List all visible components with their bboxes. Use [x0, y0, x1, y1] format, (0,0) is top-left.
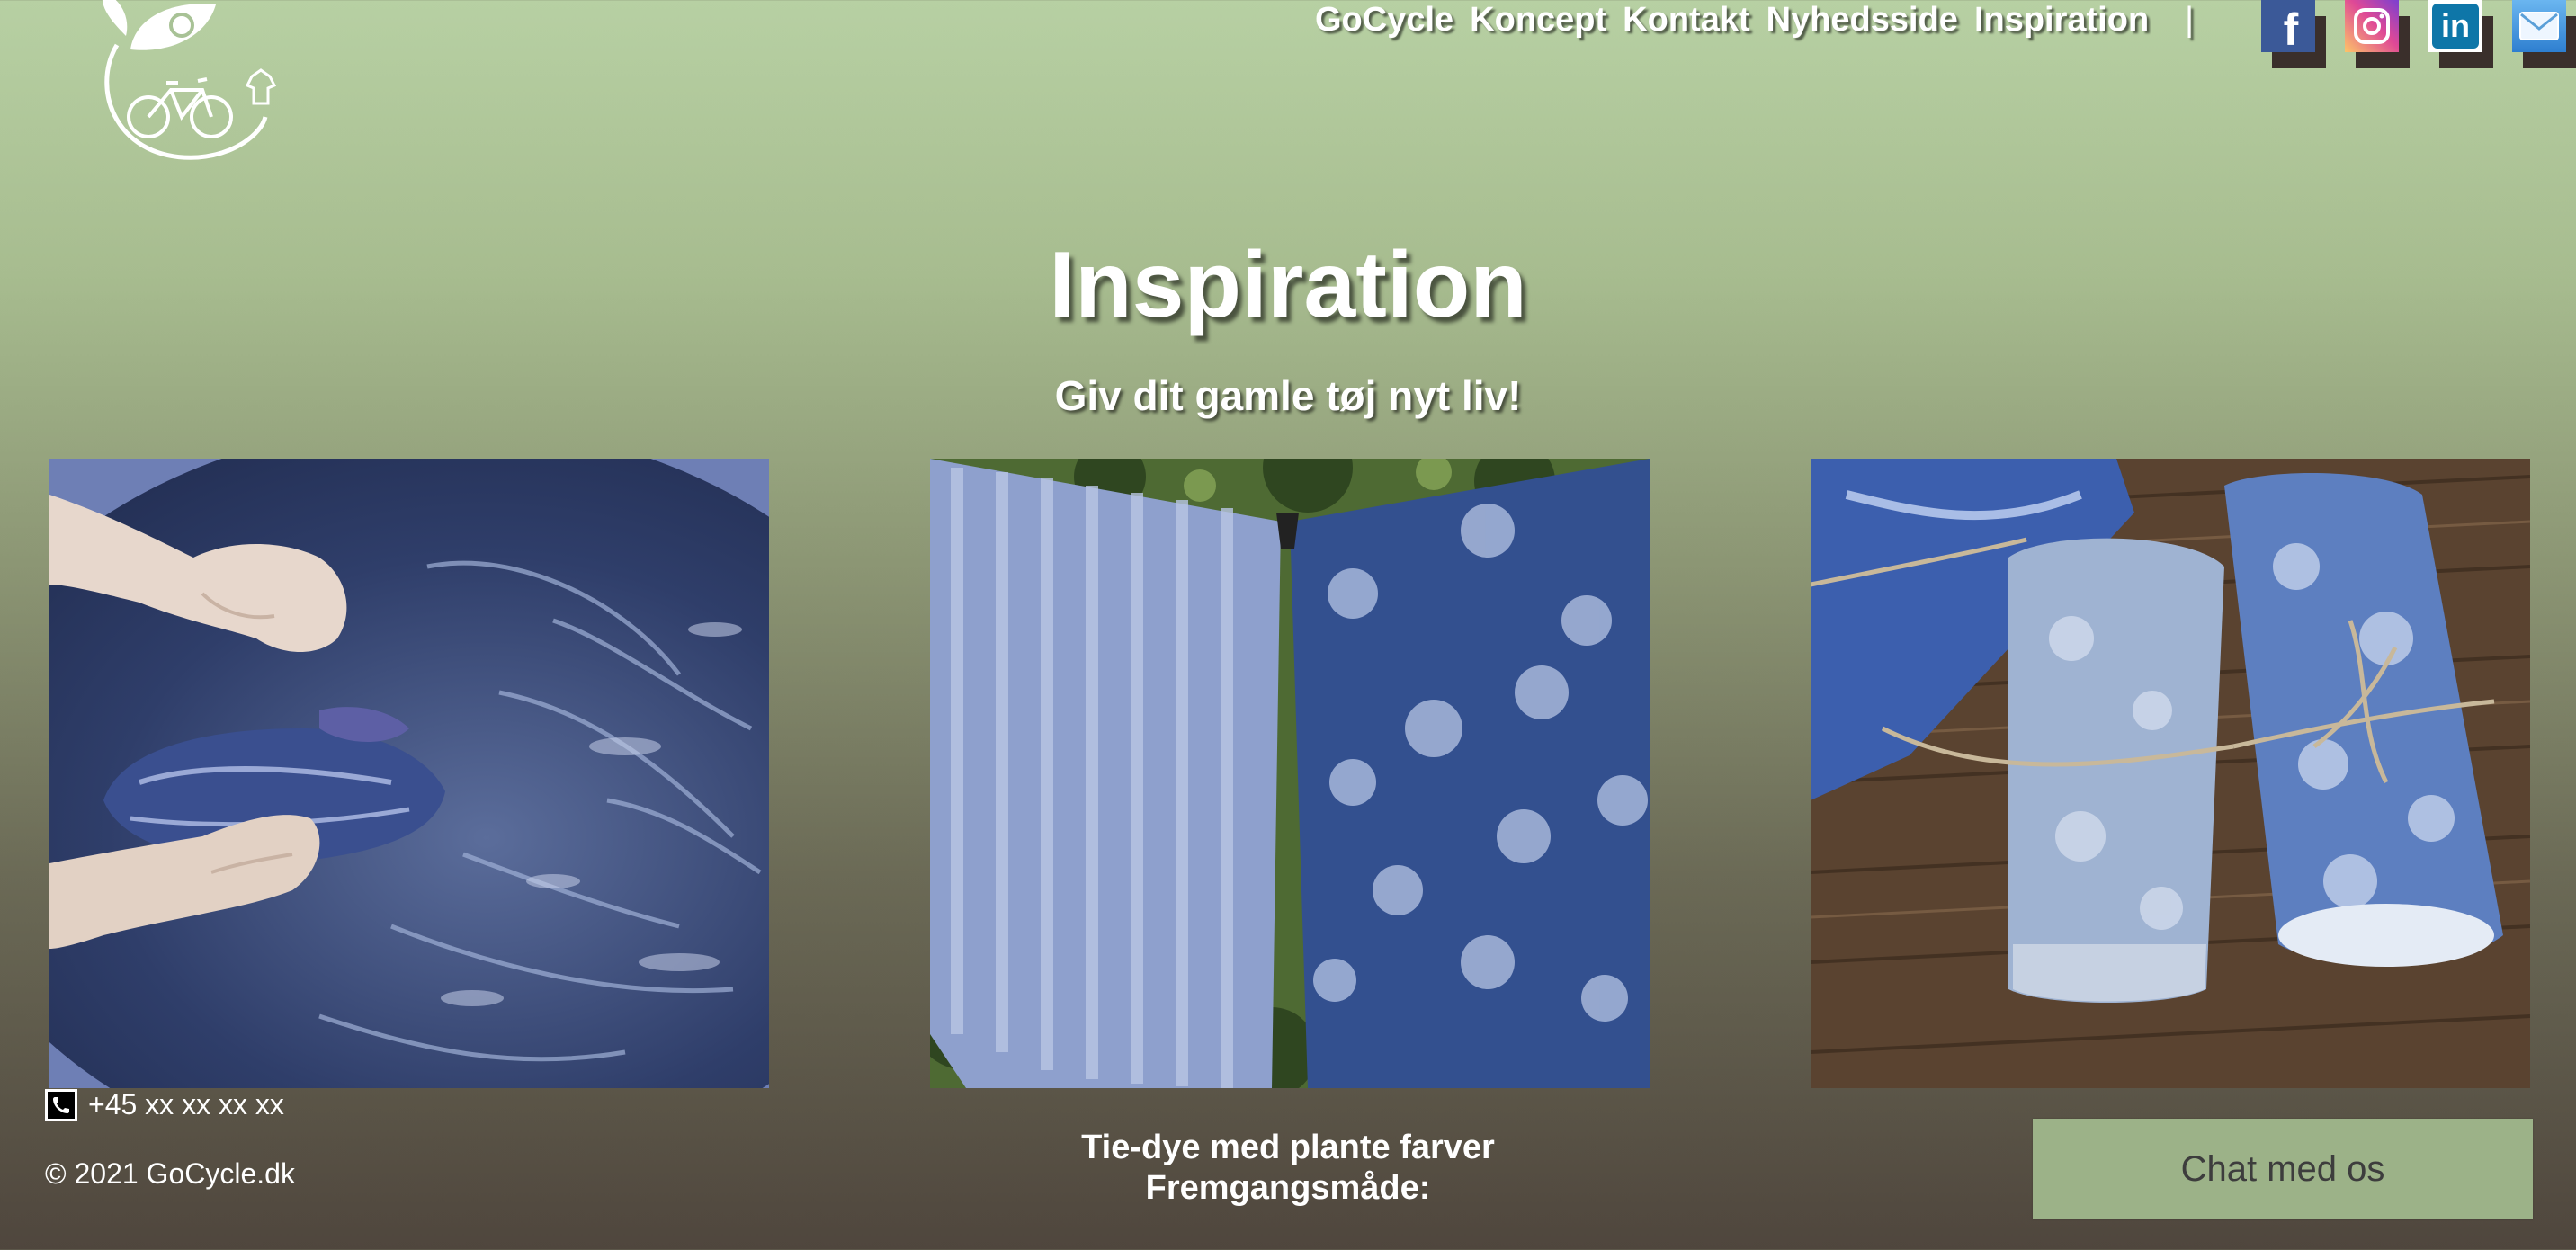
dyeing-hands-photo[interactable] — [49, 459, 769, 1088]
gocycle-logo-icon[interactable] — [81, 0, 288, 166]
nav-inspiration[interactable]: Inspiration — [1974, 1, 2149, 40]
chat-button[interactable]: Chat med os — [2033, 1119, 2533, 1219]
mail-icon[interactable] — [2512, 0, 2576, 68]
nav-separator: | — [2185, 0, 2195, 39]
phone-contact[interactable]: +45 xx xx xx xx — [45, 1088, 284, 1121]
nav-gocycle[interactable]: GoCycle — [1315, 1, 1453, 40]
facebook-icon[interactable]: f — [2261, 0, 2326, 68]
page-subtitle: Giv dit gamle tøj nyt liv! — [1054, 372, 1522, 419]
nav-koncept[interactable]: Koncept — [1470, 1, 1606, 40]
linkedin-icon[interactable]: in — [2428, 0, 2493, 68]
phone-icon — [45, 1088, 77, 1121]
phone-number: +45 xx xx xx xx — [88, 1088, 284, 1121]
nav-kontakt[interactable]: Kontakt — [1623, 1, 1749, 40]
nav-nyhedsside[interactable]: Nyhedsside — [1767, 1, 1958, 40]
page-title: Inspiration — [1049, 233, 1527, 337]
main-nav: GoCycle Koncept Kontakt Nyhedsside Inspi… — [1315, 0, 2232, 40]
hanging-cloth-photo[interactable] — [930, 459, 1650, 1088]
rolled-fabric-photo[interactable] — [1811, 459, 2530, 1088]
instagram-icon[interactable] — [2345, 0, 2410, 68]
